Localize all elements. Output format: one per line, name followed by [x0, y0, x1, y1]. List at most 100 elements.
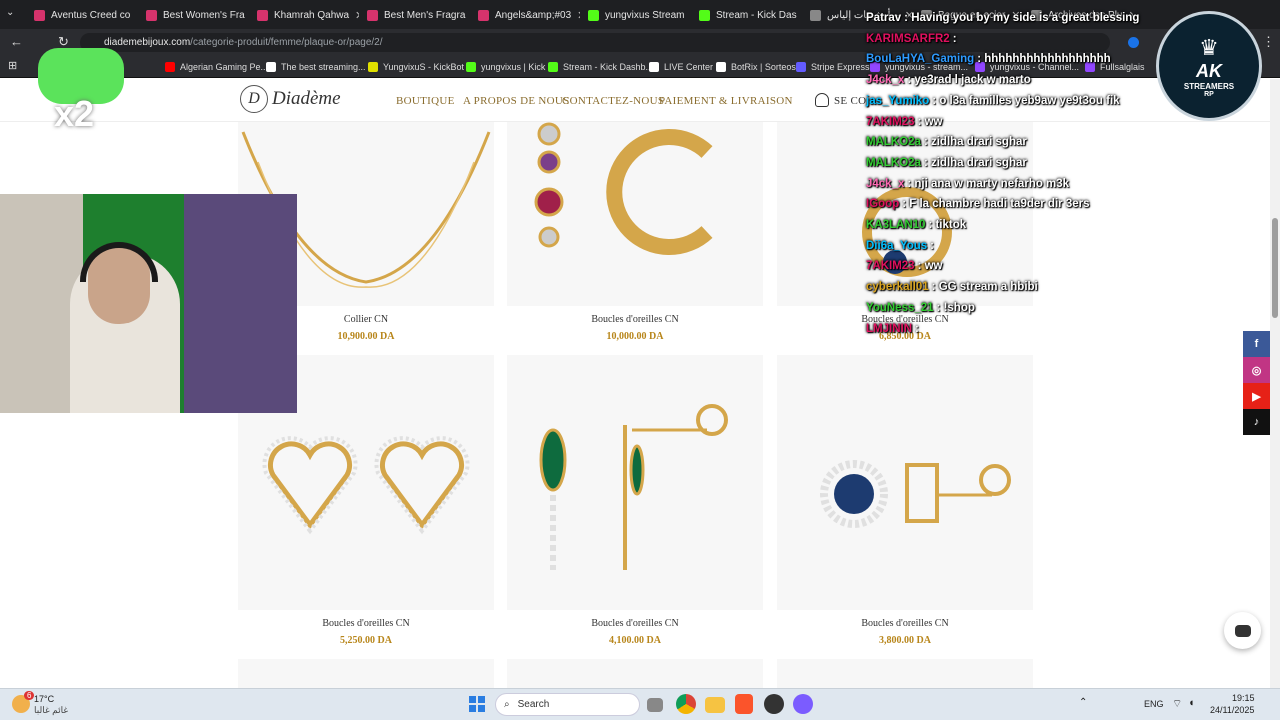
tab-list-button[interactable]: ⌄ [6, 7, 20, 21]
login-link[interactable]: SE CONNECTER [834, 95, 866, 107]
browser-tab[interactable]: Angels&amp;#03 ✕ [472, 4, 580, 26]
bookmark-favicon-icon [165, 62, 175, 72]
nav-boutique[interactable]: BOUTIQUE [396, 95, 455, 107]
chat-text: : [915, 322, 919, 335]
chat-username: KA3LAN10 [866, 219, 926, 231]
bookmark-label: Stream - Kick Dashb... [563, 62, 654, 72]
chat-text: : [930, 239, 934, 252]
product-name[interactable]: Boucles d'oreilles CN [507, 618, 763, 629]
apps-grid-icon[interactable]: ⊞ [8, 59, 17, 72]
chat-text: : nji ana w marty nefarho m3k [907, 177, 1070, 190]
bookmark-item[interactable]: BotRix | Sorteos [716, 59, 796, 75]
weather-temp: 17°C [34, 694, 55, 704]
facebook-icon[interactable]: f [1243, 331, 1270, 357]
file-explorer-icon[interactable] [705, 697, 725, 713]
chat-text: : ye3rad l jack w marto [907, 74, 1031, 87]
bookmark-item[interactable]: Stream - Kick Dashb... [548, 59, 653, 75]
tab-favicon-icon [478, 9, 489, 21]
headset-icon [80, 242, 158, 282]
chat-text: : o l3a familles yeb9aw ye9t3ou fik [932, 94, 1120, 107]
clock-time[interactable]: 19:15 [1232, 693, 1255, 703]
product-image[interactable] [507, 659, 763, 688]
tiktok-icon[interactable]: ♪ [1243, 409, 1270, 435]
bookmark-item[interactable]: Stripe Express [796, 59, 870, 75]
browser-tab[interactable]: Aventus Creed co✕ [28, 4, 136, 26]
tab-favicon-icon [699, 9, 710, 21]
bookmark-item[interactable]: YungvixuS - KickBot [368, 59, 464, 75]
bookmark-favicon-icon [649, 62, 659, 72]
product-name[interactable]: Boucles d'oreilles CN [507, 314, 763, 325]
site-logo[interactable]: D Diadème [240, 85, 341, 113]
back-icon[interactable]: ← [10, 34, 23, 49]
bookmark-label: LIVE Center [664, 62, 714, 72]
chat-message: J4ck_x: nji ana w marty nefarho m3k [866, 178, 1069, 190]
chat-widget-button[interactable] [1224, 612, 1261, 649]
start-button[interactable] [469, 696, 485, 712]
close-tab-icon[interactable]: ✕ [577, 9, 580, 22]
chrome-icon[interactable] [676, 694, 696, 714]
browser-tab[interactable]: Best Men's Fragra✕ [361, 4, 469, 26]
obs-icon[interactable] [764, 694, 784, 714]
browser-tab[interactable]: yungvixus Stream✕ [582, 4, 690, 26]
product-image[interactable] [777, 659, 1033, 688]
browser-tab[interactable]: Khamrah Qahwa ✕ [251, 4, 359, 26]
search-label: Search [517, 699, 550, 710]
bookmark-label: yungvixus | Kick [481, 62, 546, 72]
product-image[interactable] [777, 122, 1033, 306]
language-indicator[interactable]: ENG [1144, 699, 1164, 709]
url-path: /categorie-produit/femme/plaque-or/page/… [190, 37, 383, 48]
brave-icon[interactable] [735, 694, 753, 714]
ak-streamers-badge: ♛ AK STREAMERS RP [1156, 11, 1262, 121]
app-icon[interactable] [793, 694, 813, 714]
browser-tab[interactable]: Best Women's Fra✕ [140, 4, 248, 26]
bookmark-label: Stripe Express [811, 62, 870, 72]
menu-icon[interactable]: ⋮ [1262, 34, 1275, 50]
chat-text: : Having you by my side is a great bless… [904, 12, 1140, 24]
user-icon[interactable] [815, 93, 829, 107]
taskbar-search[interactable]: ⌕ Search [495, 693, 640, 716]
instagram-icon[interactable]: ◎ [1243, 357, 1270, 383]
scrollbar-thumb[interactable] [1272, 218, 1278, 318]
chat-message: cyberkall01: GG stream a hbibi [866, 281, 1038, 293]
product-name[interactable]: Boucles d'oreilles CN [777, 618, 1033, 629]
chat-text: : ww [917, 115, 943, 128]
chat-username: MALKO2a [866, 156, 921, 169]
bookmark-favicon-icon [466, 62, 476, 72]
chat-message: J4ck_x: ye3rad l jack w marto [866, 74, 1031, 86]
chat-message: IGoop: F la chambre hadi ta9der dir 3ers [866, 198, 1089, 210]
product-image[interactable] [507, 122, 763, 306]
nav-contact[interactable]: CONTACTEZ-NOUS [562, 95, 664, 107]
tab-label: Best Women's Fra [163, 9, 245, 21]
nav-about[interactable]: A PROPOS DE NOUS [463, 95, 570, 107]
bookmark-favicon-icon [716, 62, 726, 72]
volume-icon[interactable]: ◖ [1188, 697, 1195, 709]
chat-message: KA3LAN10: tiktok [866, 219, 966, 231]
bookmark-item[interactable]: Algerian Gaming Pe... [165, 59, 268, 75]
chat-message: KARIMSARFR2: [866, 33, 957, 45]
close-tab-icon[interactable]: ✕ [355, 9, 359, 22]
product-image[interactable] [507, 355, 763, 610]
chat-message: Patrav: Having you by my side is a great… [866, 12, 1139, 24]
browser-tab[interactable]: Stream - Kick Das✕ [693, 4, 801, 26]
chat-username: KARIMSARFR2 [866, 32, 950, 45]
clock-date[interactable]: 24/11/2025 [1210, 705, 1254, 715]
task-view-icon[interactable] [647, 698, 663, 712]
nav-payment[interactable]: PAIEMENT & LIVRAISON [659, 95, 793, 107]
tray-chevron-icon[interactable]: ⌃ [1079, 697, 1087, 708]
tab-favicon-icon [367, 9, 378, 21]
bookmark-item[interactable]: LIVE Center [649, 59, 713, 75]
product-price: 5,250.00 DA [340, 635, 392, 646]
bookmark-item[interactable]: The best streaming... [266, 59, 366, 75]
wifi-icon[interactable]: ⌔ [1172, 697, 1182, 711]
product-image[interactable] [777, 355, 1033, 610]
youtube-icon[interactable]: ▶ [1243, 383, 1270, 409]
bookmark-favicon-icon [266, 62, 276, 72]
page-scrollbar[interactable] [1270, 79, 1280, 688]
bookmark-item[interactable]: yungvixus | Kick [466, 59, 545, 75]
chat-message: MALKO2a: zidlha drari sghar [866, 157, 1027, 169]
extension-icon[interactable] [1128, 37, 1139, 48]
product-name[interactable]: Boucles d'oreilles CN [238, 618, 494, 629]
chat-username: YouNess_21 [866, 301, 934, 314]
chat-username: J4ck_x [866, 177, 905, 190]
product-image[interactable] [238, 659, 494, 688]
